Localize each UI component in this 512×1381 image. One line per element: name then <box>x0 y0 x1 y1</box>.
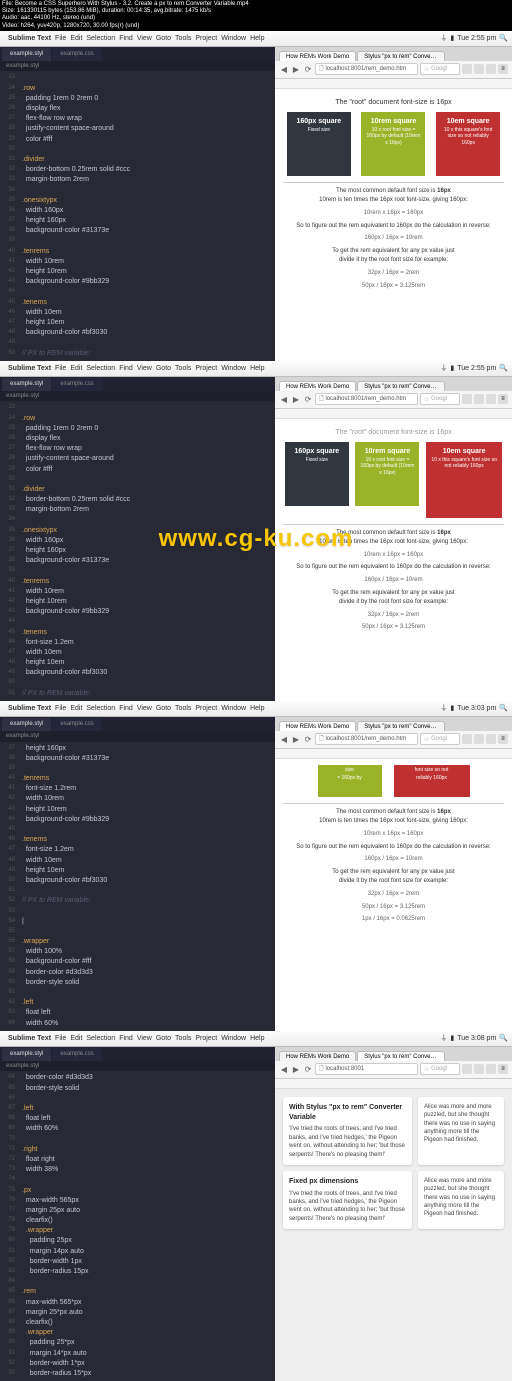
url-bar[interactable]: 🗋 localhost:8001/rem_demo.htm <box>315 63 418 75</box>
page-icon: 🗋 <box>319 64 324 74</box>
reload-icon[interactable]: ⟳ <box>303 394 313 404</box>
editor-path-bar: example.styl <box>0 61 275 72</box>
menu-tools[interactable]: Tools <box>175 35 191 42</box>
forward-icon[interactable]: ▶ <box>291 394 301 404</box>
explanation-text: The most common default font size is 16p… <box>283 187 504 291</box>
card-fixed-px: Fixed px dimensions 'I've tried the root… <box>283 1171 412 1229</box>
menu-find[interactable]: Find <box>119 35 133 42</box>
back-icon[interactable]: ◀ <box>279 734 289 744</box>
card-side-1: Alice was more and more puzzled, but she… <box>418 1097 504 1165</box>
back-icon[interactable]: ◀ <box>279 1064 289 1074</box>
forward-icon[interactable]: ▶ <box>291 734 301 744</box>
card-stylus-converter: With Stylus "px to rem" Converter Variab… <box>283 1097 412 1165</box>
divider <box>283 182 504 183</box>
chrome-tabs: How REMs Work Demo Stylus "px to rem" Co… <box>275 47 512 61</box>
mac-menubar: Sublime Text File Edit Selection Find Vi… <box>0 31 512 47</box>
menu-selection[interactable]: Selection <box>86 35 115 42</box>
chrome-browser: How REMs Work DemoStylus "px to rem" Con… <box>275 717 512 1031</box>
page-content[interactable]: size= 160px by font size so notreliably … <box>275 759 512 1031</box>
ext-icon[interactable] <box>462 64 472 74</box>
extension-icons: ≡ <box>462 64 508 74</box>
back-icon[interactable]: ◀ <box>279 64 289 74</box>
sublime-editor[interactable]: example.stylexample.css example.styl 373… <box>0 717 275 1031</box>
mac-menubar: Sublime Text File Edit Selection Find Vi… <box>0 361 512 377</box>
forward-icon[interactable]: ▶ <box>291 64 301 74</box>
code-area[interactable]: 6465666768697071727374757677787980818283… <box>0 1071 275 1381</box>
chrome-toolbar: ◀ ▶ ⟳ 🗋 localhost:8001/rem_demo.htm ☆ Go… <box>275 61 512 79</box>
menu-project[interactable]: Project <box>195 35 217 42</box>
chrome-browser: How REMs Work DemoStylus "px to rem" Con… <box>275 377 512 701</box>
menu-edit[interactable]: Edit <box>70 35 82 42</box>
square-160px: 160px squareFixed size <box>287 112 351 176</box>
sublime-editor[interactable]: example.stylexample.css example.styl 646… <box>0 1047 275 1381</box>
spotlight-icon[interactable]: 🔍 <box>499 34 508 42</box>
editor-tab-inactive[interactable]: example.css <box>52 48 101 61</box>
editor-tab-active[interactable]: example.styl <box>2 48 51 61</box>
menu-goto[interactable]: Goto <box>156 35 171 42</box>
reload-icon[interactable]: ⟳ <box>303 64 313 74</box>
intro-text: The "root" document font-size is 16px <box>283 99 504 106</box>
app-name[interactable]: Sublime Text <box>8 35 51 42</box>
square-10em: 10em square10 x this square's font size … <box>436 112 500 176</box>
video-file-metadata: File: Become a CSS Superhero With Stylus… <box>0 0 512 31</box>
ext-icon[interactable] <box>474 64 484 74</box>
menu-icon[interactable]: ≡ <box>498 64 508 74</box>
square-10em-partial: font size so notreliably 160px <box>394 765 470 797</box>
demo-squares: 160px squareFixed size 10rem square10 x … <box>283 112 504 176</box>
code-area[interactable]: 2324252627282930313233343536373839404142… <box>0 401 275 700</box>
omnibox-search[interactable]: ☆ Googl <box>420 63 460 75</box>
reload-icon[interactable]: ⟳ <box>303 734 313 744</box>
chrome-browser: How REMs Work Demo Stylus "px to rem" Co… <box>275 47 512 361</box>
bookmarks-bar[interactable] <box>275 79 512 89</box>
menu-view[interactable]: View <box>137 35 152 42</box>
menu-help[interactable]: Help <box>250 35 264 42</box>
forward-icon[interactable]: ▶ <box>291 1064 301 1074</box>
sublime-editor[interactable]: example.stylexample.css example.styl 232… <box>0 377 275 701</box>
clock[interactable]: Tue 2:55 pm <box>457 35 496 42</box>
mac-menubar: Sublime Text File Edit Selection Find Vi… <box>0 1031 512 1047</box>
square-10rem: 10rem square10 x root font size = 160px … <box>361 112 425 176</box>
square-10rem-partial: size= 160px by <box>318 765 382 797</box>
menu-file[interactable]: File <box>55 35 66 42</box>
code-area[interactable]: 3738394041424344454647484950515253545556… <box>0 742 275 1031</box>
page-content-cards[interactable]: With Stylus "px to rem" Converter Variab… <box>275 1089 512 1381</box>
code-area[interactable]: 2324252627282930313233343536373839404142… <box>0 71 275 360</box>
reload-icon[interactable]: ⟳ <box>303 1064 313 1074</box>
chrome-tab-1[interactable]: How REMs Work Demo <box>279 51 356 61</box>
app-name[interactable]: Sublime Text <box>8 365 51 372</box>
editor-tabs: example.styl example.css <box>0 47 275 61</box>
mac-menubar: Sublime Text File Edit Selection Find Vi… <box>0 701 512 717</box>
page-content[interactable]: The "root" document font-size is 16px 16… <box>275 89 512 361</box>
wifi-icon[interactable]: ⏚ <box>440 33 447 43</box>
chrome-tab-2[interactable]: Stylus "px to rem" Convert... <box>357 51 445 61</box>
menu-window[interactable]: Window <box>221 35 246 42</box>
chrome-browser: How REMs Work DemoStylus "px to rem" Con… <box>275 1047 512 1381</box>
battery-icon[interactable]: ▮ <box>450 34 454 42</box>
ext-icon[interactable] <box>486 64 496 74</box>
back-icon[interactable]: ◀ <box>279 394 289 404</box>
page-content[interactable]: The "root" document font-size is 16px 16… <box>275 419 512 701</box>
card-side-2: Alice was more and more puzzled, but she… <box>418 1171 504 1229</box>
sublime-editor[interactable]: example.styl example.css example.styl 23… <box>0 47 275 361</box>
